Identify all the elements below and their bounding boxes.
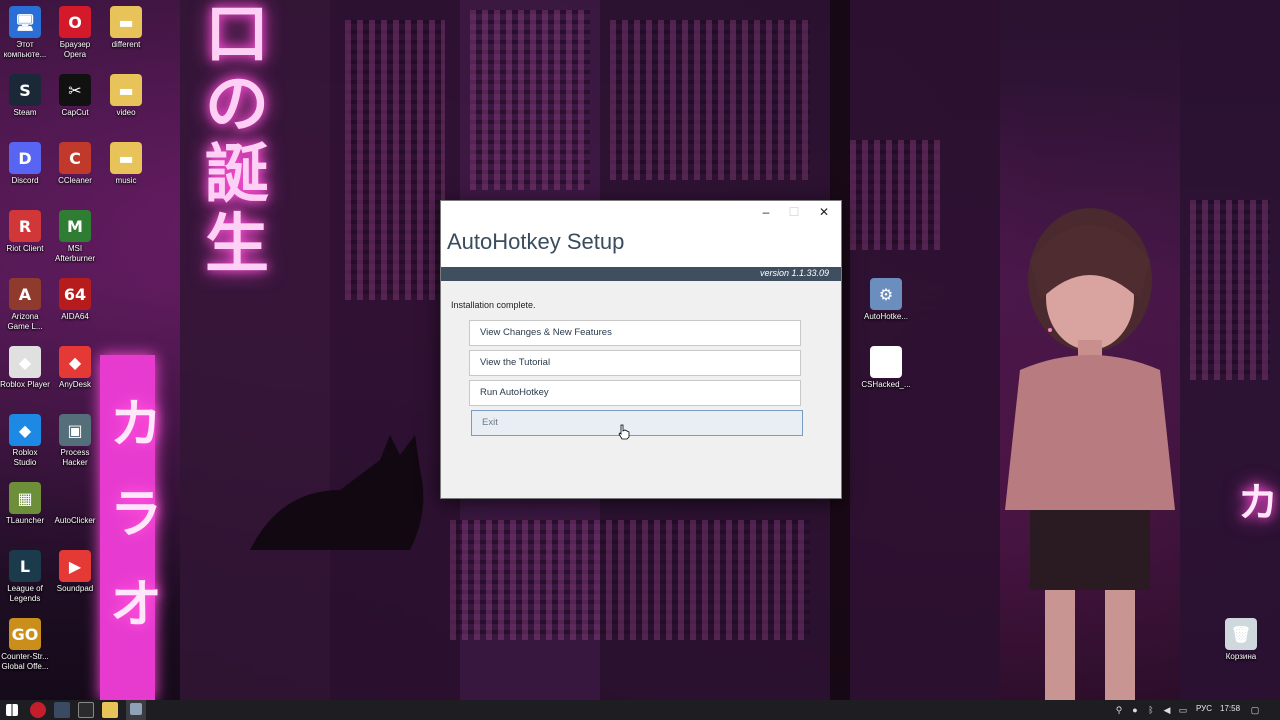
maximize-button: ☐ [788,205,800,219]
desktop-icon-17-icon: ▦ [9,482,41,514]
clock[interactable]: 17:58 [1220,704,1240,713]
desktop-icon-8-icon: ▬ [110,142,142,174]
exit-button[interactable]: Exit [471,410,803,436]
desktop-icon-18-label: AutoClicker [54,516,96,525]
file-explorer-taskbar-icon[interactable] [102,702,118,718]
version-label: version 1.1.33.09 [759,268,829,278]
desktop-icon-8[interactable]: ▬ music [94,142,158,186]
active-taskbar-slot[interactable] [126,700,146,720]
desktop-icon-14[interactable]: ◆ AnyDesk [43,346,107,390]
view-changes-button[interactable]: View Changes & New Features [469,320,801,346]
taskbar-app-icon[interactable] [54,702,70,718]
network-icon[interactable]: ⚲ [1114,705,1124,715]
desktop-icon-right-2-icon: 🗑 [1225,618,1257,650]
desktop-icon-21[interactable]: GO Counter-Str... Global Offe... [0,618,57,672]
desktop-icon-15-icon: ◆ [9,414,41,446]
notifications-icon[interactable]: ▢ [1250,705,1260,715]
desktop-icon-11-icon: A [9,278,41,310]
desktop-icon-20-icon: ▶ [59,550,91,582]
desktop-icon-right-0-icon: ⚙ [870,278,902,310]
desktop-icon-10[interactable]: M MSI Afterburner [43,210,107,264]
version-bar: version 1.1.33.09 [441,267,841,281]
desktop-icon-12-icon: 64 [59,278,91,310]
volume-icon[interactable]: ◀ [1162,705,1172,715]
desktop-icon-20-label: Soundpad [56,584,94,593]
desktop-icon-14-icon: ◆ [59,346,91,378]
desktop-icon-10-icon: M [59,210,91,242]
dialog-title: AutoHotkey Setup [447,229,625,254]
desktop-icon-0-icon: 🖥 [9,6,41,38]
run-autohotkey-button[interactable]: Run AutoHotkey [469,380,801,406]
desktop-icon-right-1-icon: H [870,346,902,378]
taskbar-app-icon-2[interactable] [78,702,94,718]
desktop-icon-9-icon: R [9,210,41,242]
desktop-icon-2[interactable]: ▬ different [94,6,158,50]
desktop-icon-12-label: AIDA64 [61,312,89,321]
desktop-icon-20[interactable]: ▶ Soundpad [43,550,107,594]
desktop-icon-16-icon: ▣ [59,414,91,446]
desktop-icon-right-0-label: AutoHotke... [863,312,909,321]
desktop-icon-5-icon: ▬ [110,74,142,106]
desktop-icon-16-label: Process Hacker [60,448,90,467]
desktop-icon-18-icon [59,482,91,514]
autohotkey-taskbar-icon [130,703,142,715]
microphone-icon[interactable]: ● [1130,705,1140,715]
desktop-icon-right-2[interactable]: 🗑 Корзина [1209,618,1273,662]
language-indicator[interactable]: РУС [1196,704,1212,713]
display-icon[interactable]: ▭ [1178,705,1188,715]
desktop-icon-right-1[interactable]: H CSHacked_... [854,346,918,390]
cat-silhouette [250,435,424,550]
desktop-icon-6-icon: D [9,142,41,174]
desktop-icon-12[interactable]: 64 AIDA64 [43,278,107,322]
desktop-icon-5[interactable]: ▬ video [94,74,158,118]
desktop-icon-2-icon: ▬ [110,6,142,38]
bluetooth-icon[interactable]: ᛒ [1146,705,1156,715]
desktop-icon-8-label: music [115,176,137,185]
autohotkey-setup-dialog: – ☐ ✕ AutoHotkey Setup version 1.1.33.09… [440,200,842,499]
desktop-icon-10-label: MSI Afterburner [54,244,96,263]
desktop-icon-5-label: video [116,108,136,117]
desktop-icon-3-icon: S [9,74,41,106]
start-button[interactable] [6,704,18,716]
close-button[interactable]: ✕ [809,203,839,221]
desktop-icon-right-0[interactable]: ⚙ AutoHotke... [854,278,918,322]
desktop-icon-18[interactable]: AutoClicker [43,482,107,526]
status-text: Installation complete. [451,300,536,310]
desktop-icon-right-1-label: CSHacked_... [861,380,911,389]
desktop-icon-16[interactable]: ▣ Process Hacker [43,414,107,468]
desktop-icon-21-label: Counter-Str... Global Offe... [1,652,49,671]
girl-illustration [1005,208,1175,700]
desktop-icon-right-2-label: Корзина [1225,652,1257,661]
desktop-icon-13-icon: ◆ [9,346,41,378]
desktop-icon-2-label: different [111,40,141,49]
desktop-icon-4-icon: ✂ [59,74,91,106]
dialog-header: – ☐ ✕ AutoHotkey Setup [441,201,841,267]
desktop-icon-19-icon: L [9,550,41,582]
opera-taskbar-icon[interactable] [30,702,46,718]
minimize-button[interactable]: – [751,203,781,221]
desktop-icon-14-label: AnyDesk [58,380,91,389]
desktop-icon-21-icon: GO [9,618,41,650]
desktop-icon-7-icon: C [59,142,91,174]
view-tutorial-button[interactable]: View the Tutorial [469,350,801,376]
desktop-icon-1-icon: O [59,6,91,38]
taskbar: ⚲ ● ᛒ ◀ ▭ РУС 17:58 ▢ [0,700,1280,720]
hand-cursor-icon [618,424,630,440]
